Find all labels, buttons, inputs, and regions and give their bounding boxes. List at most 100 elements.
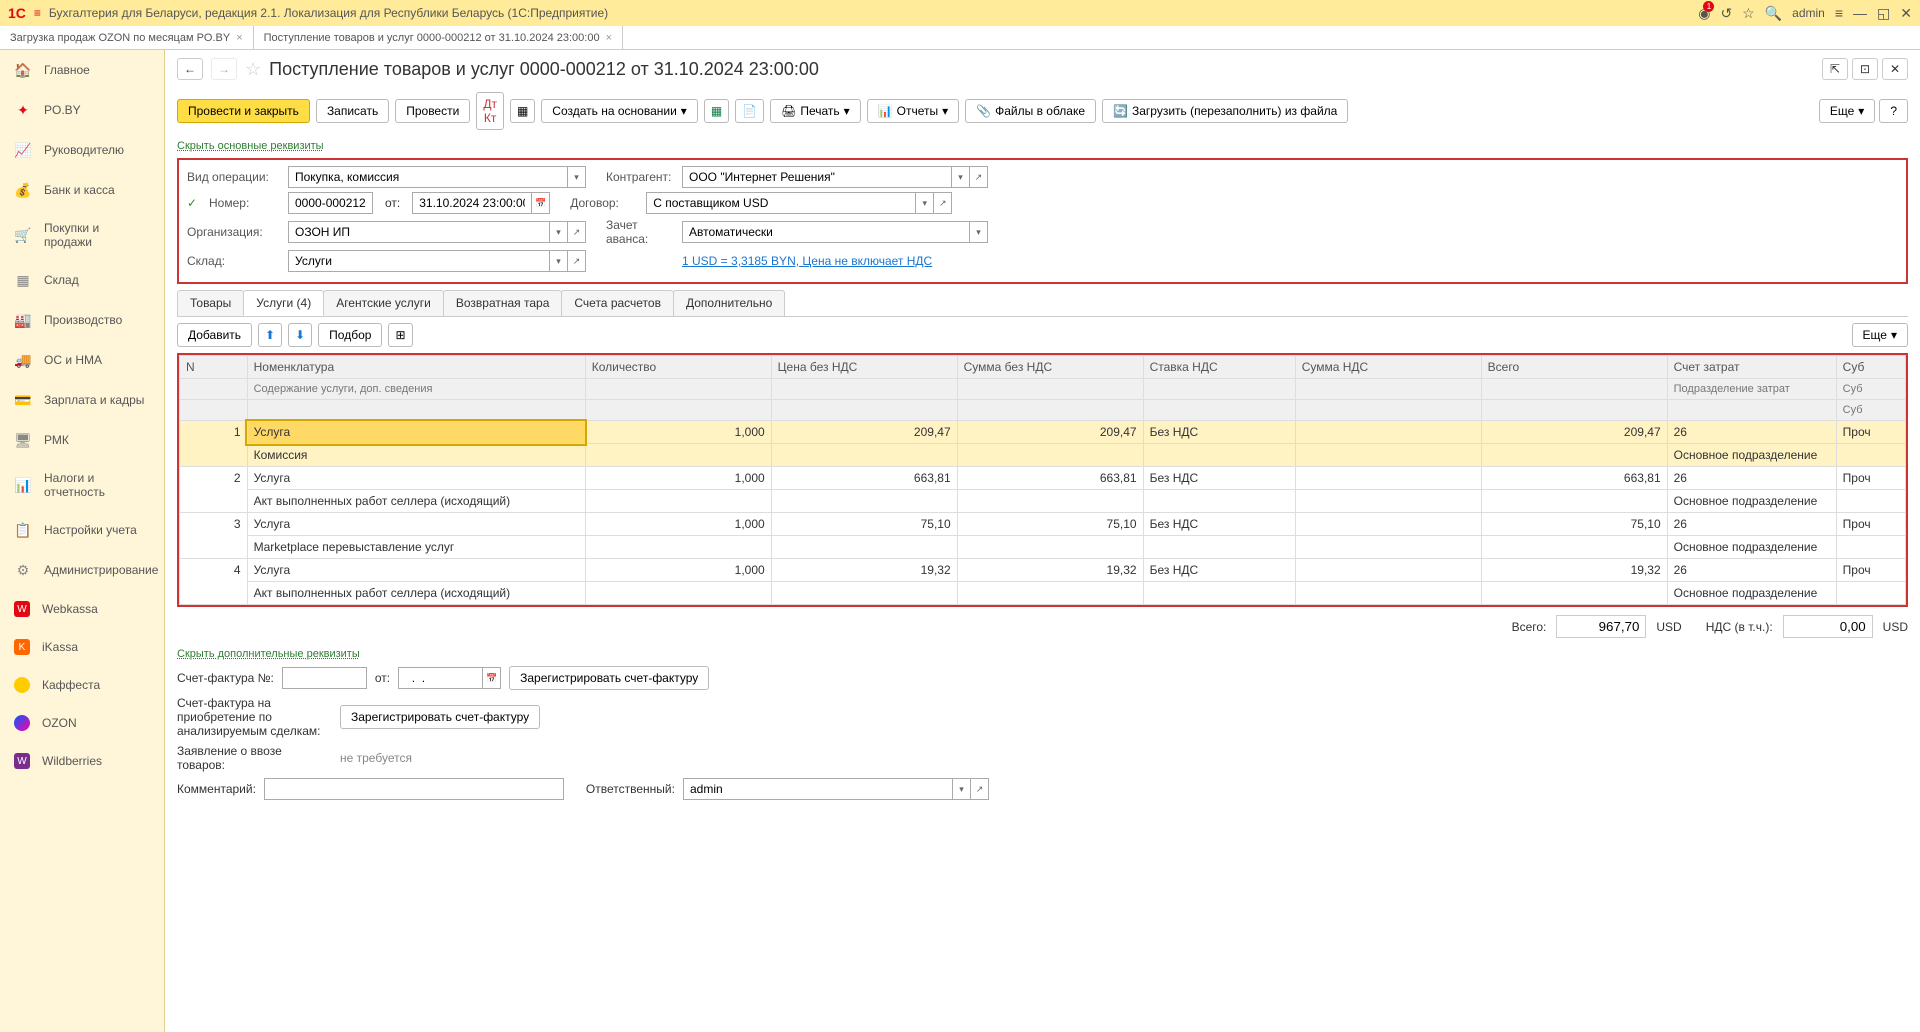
sidebar-item[interactable]: 🏠Главное	[0, 50, 164, 90]
window-tab[interactable]: Загрузка продаж OZON по месяцам PO.BY×	[0, 26, 254, 49]
sidebar-item[interactable]: WWebkassa	[0, 590, 164, 628]
move-down-icon[interactable]: ⬇	[288, 323, 312, 347]
star-icon[interactable]: ☆	[1742, 5, 1755, 22]
save-button[interactable]: Записать	[316, 99, 389, 123]
doc-tab[interactable]: Агентские услуги	[323, 290, 444, 316]
dropdown-icon[interactable]: ▾	[550, 250, 568, 272]
close-page-icon[interactable]: ✕	[1882, 58, 1908, 80]
col-nds[interactable]: Сумма НДС	[1295, 356, 1481, 379]
col-schet[interactable]: Счет затрат	[1667, 356, 1836, 379]
structure-icon[interactable]: ▦	[510, 99, 535, 123]
doc-tab[interactable]: Возвратная тара	[443, 290, 563, 316]
back-button[interactable]: ←	[177, 58, 203, 80]
calendar-icon[interactable]: 📅	[532, 192, 550, 214]
move-up-icon[interactable]: ⬆	[258, 323, 282, 347]
col-kol[interactable]: Количество	[585, 356, 771, 379]
minimize-icon[interactable]: —	[1853, 5, 1867, 21]
more-button[interactable]: Еще ▾	[1819, 99, 1875, 123]
sidebar-item[interactable]: 🛒Покупки и продажи	[0, 210, 164, 260]
table-row-sub[interactable]: Акт выполненных работ селлера (исходящий…	[180, 490, 1906, 513]
sidebar-item[interactable]: ▦Склад	[0, 260, 164, 300]
dropdown-icon[interactable]: ▾	[550, 221, 568, 243]
col-summa[interactable]: Сумма без НДС	[957, 356, 1143, 379]
open-icon[interactable]: ↗	[568, 221, 586, 243]
col-sub[interactable]: Суб	[1836, 356, 1905, 379]
reload-file-button[interactable]: 🔄 Загрузить (перезаполнить) из файла	[1102, 99, 1348, 123]
table-more-button[interactable]: Еще ▾	[1852, 323, 1908, 347]
col-nomen[interactable]: Номенклатура	[247, 356, 585, 379]
col-soderzh[interactable]: Содержание услуги, доп. сведения	[247, 379, 585, 400]
sidebar-item[interactable]: 🖥РМК	[0, 420, 164, 460]
post-button[interactable]: Провести	[395, 99, 470, 123]
sidebar-item[interactable]: 🏭Производство	[0, 300, 164, 340]
reports-button[interactable]: 📊 Отчеты ▾	[867, 99, 959, 123]
zachet-input[interactable]	[682, 221, 970, 243]
doc-tab[interactable]: Товары	[177, 290, 244, 316]
open-icon[interactable]: ↗	[971, 778, 989, 800]
menu-icon[interactable]: ≡	[34, 6, 41, 20]
user-label[interactable]: admin	[1792, 6, 1825, 20]
calendar-icon[interactable]: 📅	[483, 667, 501, 689]
close-icon[interactable]: ×	[606, 32, 612, 44]
sidebar-item[interactable]: KiKassa	[0, 628, 164, 666]
dropdown-icon[interactable]: ▾	[568, 166, 586, 188]
dropdown-icon[interactable]: ▾	[916, 192, 934, 214]
open-icon[interactable]: ↗	[970, 166, 988, 188]
sidebar-item[interactable]: 🚚ОС и НМА	[0, 340, 164, 380]
maximize-icon[interactable]: ◱	[1877, 5, 1890, 22]
sidebar-item[interactable]: OZON	[0, 704, 164, 742]
table-row-sub[interactable]: Marketplace перевыставление услуг Основн…	[180, 536, 1906, 559]
hide-main-link[interactable]: Скрыть основные реквизиты	[165, 138, 1920, 154]
col-vsego[interactable]: Всего	[1481, 356, 1667, 379]
hide-add-link[interactable]: Скрыть дополнительные реквизиты	[165, 646, 1920, 662]
sidebar-item[interactable]: ⚙Администрирование	[0, 550, 164, 590]
open-icon[interactable]: ↗	[934, 192, 952, 214]
sf-reg-button[interactable]: Зарегистрировать счет-фактуру	[509, 666, 709, 690]
link-icon[interactable]: ⇱	[1822, 58, 1848, 80]
table-row[interactable]: 4 Услуга 1,000 19,32 19,32 Без НДС 19,32…	[180, 559, 1906, 582]
table-row[interactable]: 1 Услуга 1,000 209,47 209,47 Без НДС 209…	[180, 421, 1906, 444]
col-podr[interactable]: Подразделение затрат	[1667, 379, 1836, 400]
sidebar-item[interactable]: 📈Руководителю	[0, 130, 164, 170]
favorite-icon[interactable]: ☆	[245, 59, 261, 80]
currency-link[interactable]: 1 USD = 3,3185 BYN, Цена не включает НДС	[682, 254, 932, 268]
copy-icon[interactable]: 📄	[735, 99, 764, 123]
dropdown-icon[interactable]: ▾	[970, 221, 988, 243]
komm-input[interactable]	[264, 778, 564, 800]
sf-num-input[interactable]	[282, 667, 367, 689]
org-input[interactable]	[288, 221, 550, 243]
table-row-sub[interactable]: Комиссия Основное подразделение	[180, 444, 1906, 467]
history-icon[interactable]: ↺	[1720, 5, 1732, 22]
settings-icon[interactable]: ≡	[1835, 5, 1843, 21]
sidebar-item[interactable]: ✦PO.BY	[0, 90, 164, 130]
dogovor-input[interactable]	[646, 192, 916, 214]
col-sub2[interactable]: Суб	[1836, 379, 1905, 400]
bell-icon[interactable]: ◉	[1698, 5, 1710, 22]
otv-input[interactable]	[683, 778, 953, 800]
sf-date-input[interactable]	[398, 667, 483, 689]
close-icon[interactable]: ×	[236, 32, 242, 44]
date-input[interactable]	[412, 192, 532, 214]
table-row-sub[interactable]: Акт выполненных работ селлера (исходящий…	[180, 582, 1906, 605]
table-row[interactable]: 3 Услуга 1,000 75,10 75,10 Без НДС 75,10…	[180, 513, 1906, 536]
create-based-button[interactable]: Создать на основании ▾	[541, 99, 698, 123]
help-button[interactable]: ?	[1879, 99, 1908, 123]
post-close-button[interactable]: Провести и закрыть	[177, 99, 310, 123]
forward-button[interactable]: →	[211, 58, 237, 80]
col-cena[interactable]: Цена без НДС	[771, 356, 957, 379]
change-icon[interactable]: ⊞	[388, 323, 412, 347]
detach-icon[interactable]: ⊡	[1852, 58, 1878, 80]
print-button[interactable]: 🖨 Печать ▾	[770, 99, 861, 123]
files-cloud-button[interactable]: 📎 Файлы в облаке	[965, 99, 1096, 123]
search-icon[interactable]: 🔍	[1765, 5, 1782, 22]
podbor-button[interactable]: Подбор	[318, 323, 382, 347]
col-sub3[interactable]: Суб	[1836, 400, 1905, 421]
dtkt-icon[interactable]: ДтКт	[476, 92, 504, 130]
window-tab[interactable]: Поступление товаров и услуг 0000-000212 …	[254, 26, 623, 49]
doc-tab[interactable]: Дополнительно	[673, 290, 785, 316]
table-row[interactable]: 2 Услуга 1,000 663,81 663,81 Без НДС 663…	[180, 467, 1906, 490]
open-icon[interactable]: ↗	[568, 250, 586, 272]
nomer-input[interactable]	[288, 192, 373, 214]
sidebar-item[interactable]: WWildberries	[0, 742, 164, 780]
sidebar-item[interactable]: 📋Настройки учета	[0, 510, 164, 550]
